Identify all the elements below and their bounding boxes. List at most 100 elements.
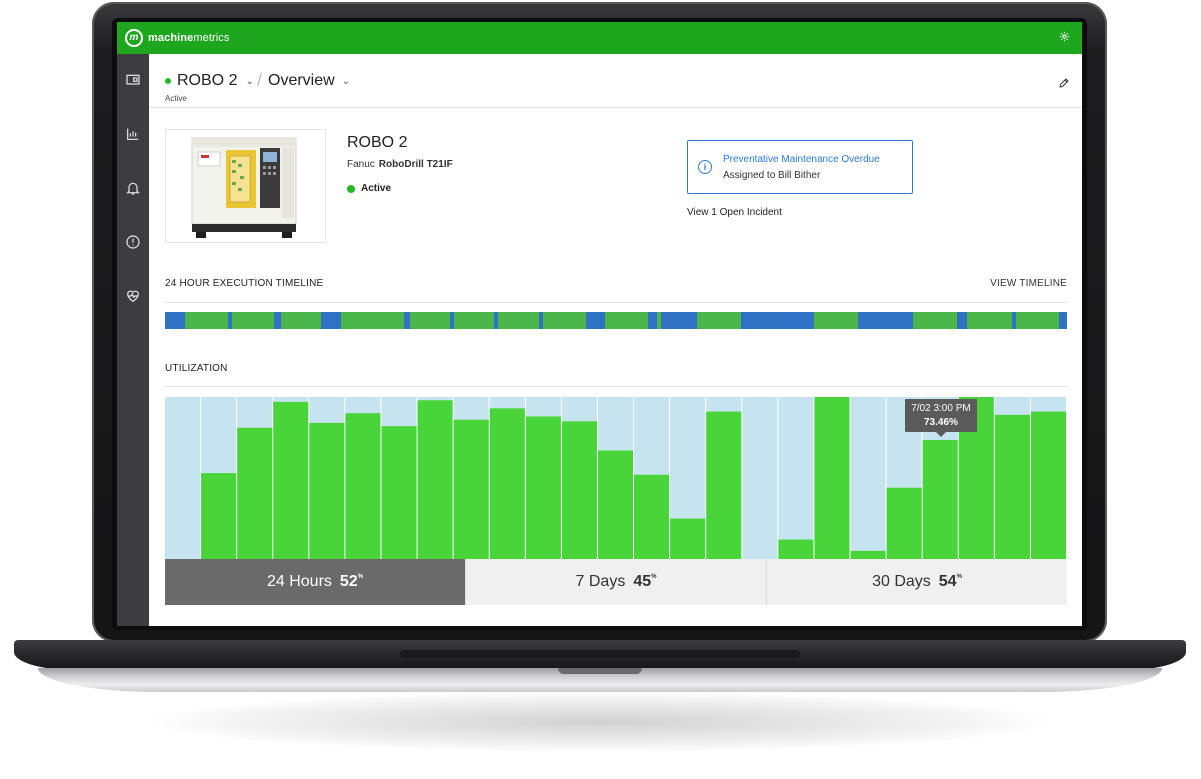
alert-title: Preventative Maintenance Overdue [723, 154, 880, 165]
utilization-bar[interactable] [525, 416, 561, 559]
laptop-shadow [150, 692, 1050, 752]
timeline-segment-active[interactable] [497, 312, 540, 329]
utilization-bar[interactable] [850, 550, 886, 559]
main-content: ROBO 2 ⌄ / Overview ⌄ Active ROBO 2 Fanu… [149, 54, 1082, 626]
brand-name-rest: metrics [193, 32, 230, 44]
bar-background [778, 397, 814, 559]
utilization-label: UTILIZATION [165, 363, 228, 374]
laptop-hinge [400, 650, 800, 658]
utilization-bar[interactable] [309, 422, 345, 559]
open-incident-link[interactable]: View 1 Open Incident [687, 207, 782, 218]
timeline-segment-active[interactable] [967, 312, 1013, 329]
view-selector[interactable]: Overview ⌄ [268, 72, 350, 90]
timeline-segment-idle[interactable] [165, 312, 186, 329]
timeline-segment-idle[interactable] [661, 312, 698, 329]
breadcrumb-separator: / [257, 70, 263, 90]
status-dot [347, 184, 355, 193]
bar-background [850, 397, 886, 559]
tab-value-unit: % [357, 574, 364, 580]
tab-value-unit: % [956, 574, 962, 580]
utilization-bar[interactable] [886, 487, 922, 559]
logo-glyph: m [129, 32, 139, 43]
machine-model-text: RoboDrill T21IF [378, 159, 453, 170]
tab-label: 7 Days [575, 573, 626, 590]
timeline-segment-idle[interactable] [1058, 312, 1068, 329]
tab-24-hours[interactable]: 24 Hours 52% [165, 559, 465, 605]
tab-value: 45% [633, 573, 656, 591]
page-header: ROBO 2 ⌄ / Overview ⌄ Active [149, 54, 1082, 108]
utilization-bar[interactable] [814, 397, 850, 559]
monitor-icon[interactable] [123, 70, 143, 90]
timeline-segment-active[interactable] [814, 312, 859, 329]
bar-chart-icon[interactable] [123, 124, 143, 144]
timeline-segment-active[interactable] [232, 312, 275, 329]
utilization-bar[interactable] [273, 401, 309, 559]
utilization-bar[interactable] [706, 411, 742, 559]
utilization-bar[interactable] [922, 439, 958, 559]
timeline-segment-active[interactable] [453, 312, 495, 329]
chevron-down-icon: ⌄ [341, 75, 351, 87]
logo-icon[interactable]: m [125, 29, 143, 47]
utilization-bar[interactable] [489, 408, 525, 559]
maintenance-alert[interactable]: i Preventative Maintenance Overdue Assig… [687, 140, 913, 194]
timeline-segment-active[interactable] [913, 312, 958, 329]
timeline-segment-active[interactable] [281, 312, 322, 329]
timeline-segment-idle[interactable] [740, 312, 815, 329]
timeline-segment-active[interactable] [697, 312, 742, 329]
view-timeline-link[interactable]: VIEW TIMELINE [990, 278, 1067, 289]
heartbeat-icon[interactable] [123, 286, 143, 306]
machine-model: Fanuc RoboDrill T21IF [347, 159, 453, 170]
timeline-segment-idle[interactable] [585, 312, 606, 329]
tab-value-unit: % [651, 574, 657, 580]
utilization-bar[interactable] [201, 473, 237, 559]
timeline-label: 24 HOUR EXECUTION TIMELINE [165, 278, 324, 289]
tab-label: 24 Hours [266, 573, 332, 590]
alert-circle-icon[interactable] [123, 232, 143, 252]
brand-name-bold: machine [148, 32, 194, 44]
utilization-bar[interactable] [345, 413, 381, 559]
info-icon: i [698, 160, 712, 174]
utilization-bar[interactable] [237, 427, 273, 559]
tab-value-number: 52 [339, 573, 358, 590]
machine-status-text: Active [361, 183, 392, 194]
bar-background [742, 397, 778, 559]
timeline-segment-active[interactable] [604, 312, 649, 329]
execution-timeline[interactable] [165, 312, 1068, 329]
view-selector-label: Overview [268, 72, 335, 89]
utilization-bar[interactable] [417, 400, 453, 559]
utilization-bar[interactable] [561, 421, 597, 559]
chart-tooltip: 7/02 3:00 PM 73.46% [905, 398, 977, 437]
utilization-bar[interactable] [670, 518, 706, 560]
tooltip-time: 7/02 3:00 PM [911, 402, 971, 414]
timeline-segment-active[interactable] [409, 312, 451, 329]
timeline-segment-idle[interactable] [858, 312, 914, 329]
bell-icon[interactable] [123, 178, 143, 198]
period-tabs: 24 Hours 52% 7 Days 45% 30 Days 54% [165, 559, 1067, 605]
utilization-bar[interactable] [453, 419, 489, 559]
utilization-bar[interactable] [634, 474, 670, 559]
utilization-bar[interactable] [994, 414, 1030, 559]
timeline-segment-active[interactable] [184, 312, 229, 329]
tab-value: 52% [340, 573, 363, 591]
timeline-segment-active[interactable] [341, 312, 405, 329]
tab-30-days[interactable]: 30 Days 54% [766, 559, 1067, 605]
machine-status: Active [347, 183, 391, 194]
utilization-divider [165, 386, 1067, 387]
status-dot [165, 78, 171, 84]
side-nav [117, 54, 149, 626]
timeline-segment-idle[interactable] [321, 312, 342, 329]
timeline-segment-active[interactable] [1015, 312, 1060, 329]
utilization-bar[interactable] [778, 539, 814, 559]
timeline-segment-idle[interactable] [957, 312, 968, 329]
machine-selector[interactable]: ROBO 2 ⌄ [165, 72, 254, 90]
timeline-segment-active[interactable] [542, 312, 587, 329]
machine-name: ROBO 2 [347, 134, 408, 151]
chevron-down-icon: ⌄ [245, 75, 254, 87]
utilization-bar[interactable] [381, 426, 417, 559]
tab-7-days[interactable]: 7 Days 45% [465, 559, 766, 605]
tab-value-number: 45 [633, 573, 652, 590]
settings-gear-icon[interactable] [1059, 31, 1070, 45]
utilization-bar[interactable] [1030, 411, 1066, 559]
edit-pencil-icon[interactable] [1058, 76, 1072, 90]
utilization-bar[interactable] [597, 450, 634, 559]
